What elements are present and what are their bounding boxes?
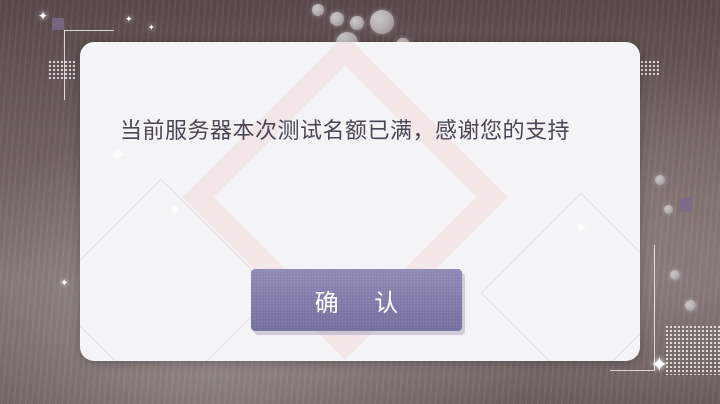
confirm-button-label: 确 认 — [314, 288, 413, 317]
frame-line — [64, 30, 114, 31]
dialog-message: 当前服务器本次测试名额已满，感谢您的支持 — [120, 119, 571, 144]
dot-pattern-decoration — [665, 325, 720, 375]
frame-line — [654, 245, 655, 370]
dialog-diamond-outline — [480, 192, 640, 361]
sparkle-icon: ✦ — [168, 200, 182, 219]
frame-line — [610, 370, 655, 371]
dot-pattern-decoration — [48, 60, 76, 80]
sparkle-icon: ✦ — [148, 23, 155, 32]
dot-pattern-decoration — [640, 60, 660, 76]
corner-square-decoration — [680, 198, 692, 212]
sparkle-icon: ◆ — [577, 222, 585, 233]
game-screen: ✦ ✦ ✦ ✦ ✦ ✦ ✦ ◆ 当前服务器本次测试名额已满，感谢您的支持 确 认 — [0, 0, 720, 404]
confirm-button[interactable]: 确 认 — [251, 269, 462, 331]
sparkle-icon: ✦ — [650, 353, 669, 378]
sparkle-icon: ✦ — [125, 15, 133, 25]
sparkle-icon: ✦ — [38, 9, 49, 23]
sparkle-icon: ✦ — [60, 278, 69, 289]
notice-dialog: ✦ ✦ ◆ 当前服务器本次测试名额已满，感谢您的支持 确 认 — [80, 42, 640, 361]
corner-square-decoration — [52, 18, 64, 30]
